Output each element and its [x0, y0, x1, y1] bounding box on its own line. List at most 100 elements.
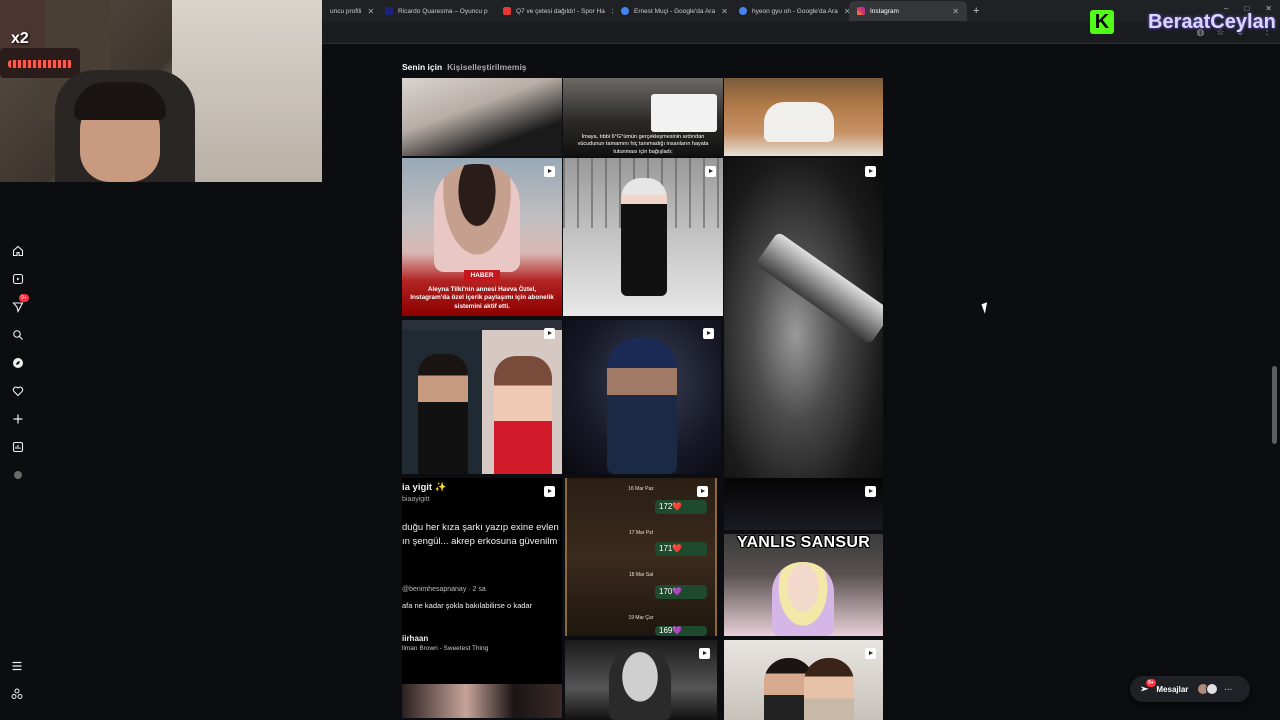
reel-icon — [544, 328, 555, 339]
tab-label: Q7 ve çetesi dağıldı! - Spor Ha — [516, 7, 605, 15]
close-tab-icon[interactable]: ✕ — [715, 7, 728, 16]
post-thumbnail-subject — [609, 648, 671, 720]
tab-4[interactable]: Ernest Muçi - Google'da Ara ✕ — [613, 1, 731, 21]
post-thumbnail-subject — [621, 178, 667, 296]
tab-5[interactable]: hyeon gyu oh - Google'da Ara ✕ — [731, 1, 849, 21]
create-icon[interactable] — [11, 412, 25, 426]
more-icon: ··· — [1224, 684, 1233, 694]
post-thumbnail-subject — [755, 231, 883, 345]
reel-icon — [865, 166, 876, 177]
messages-label: Mesajlar — [1156, 684, 1189, 694]
post-text-line: biaayigitt — [402, 496, 430, 503]
messages-icon[interactable]: 9+ — [11, 294, 29, 314]
messages-count-badge: 9+ — [1146, 679, 1156, 687]
post-tile[interactable] — [724, 478, 883, 530]
browser-tab-bar: uncu profili ✕ Ricardo Quaresma – Oyuncu… — [322, 0, 1280, 22]
profile-avatar-icon[interactable] — [11, 468, 25, 482]
message-avatars — [1197, 683, 1219, 695]
post-text-line: afa ne kadar şokla bakılabilirse o kadar — [402, 601, 533, 610]
post-tile[interactable]: 16 Mar Paz 172❤️ 17 Mar Pzt 171❤️ 18 Mar… — [565, 478, 717, 636]
post-text-line: duğu her kıza şarkı yazıp exine evlen — [402, 522, 559, 533]
close-tab-icon[interactable]: ✕ — [361, 7, 374, 16]
tab-2[interactable]: Ricardo Quaresma – Oyuncu p ✕ — [377, 1, 495, 21]
post-headline: Aleyna Tilki'nin annesi Havva Öztel, Ins… — [410, 286, 554, 310]
mic-led-icon — [8, 60, 72, 68]
tab-instagram[interactable]: Instagram ✕ — [849, 1, 967, 21]
multiplier-label: x2 — [11, 30, 29, 47]
post-tile[interactable] — [563, 320, 721, 474]
mouse-cursor-icon — [981, 302, 991, 314]
dashboard-icon[interactable] — [11, 440, 25, 454]
explore-icon[interactable] — [11, 356, 25, 370]
reel-icon — [544, 486, 555, 497]
menu-icon[interactable] — [11, 660, 23, 675]
messages-badge: 9+ — [19, 294, 29, 302]
reel-icon — [865, 486, 876, 497]
reel-icon — [697, 486, 708, 497]
streamer-name: BeraatCeylan — [1148, 11, 1276, 33]
tab-3[interactable]: Q7 ve çetesi dağıldı! - Spor Ha ✕ — [495, 1, 613, 21]
post-tile[interactable] — [724, 78, 883, 156]
post-tile[interactable]: HABER Aleyna Tilki'nin annesi Havva Özte… — [402, 158, 562, 316]
post-tile[interactable]: İmaya, tıbbi 6°G°ümün gerçekleşmesinin a… — [563, 78, 723, 156]
news-badge: HABER — [464, 270, 500, 281]
page-scrollbar[interactable] — [1272, 366, 1277, 444]
chat-date: 19 Mar Çar — [628, 615, 654, 621]
filter-for-you[interactable]: Senin için — [402, 62, 442, 72]
screen: uncu profili ✕ Ricardo Quaresma – Oyuncu… — [0, 0, 1280, 720]
chat-bubble: 172❤️ — [655, 500, 707, 514]
post-thumbnail-subject — [607, 338, 677, 474]
post-tile[interactable]: ia yigit ✨ biaayigitt duğu her kıza şark… — [402, 478, 562, 718]
post-tile[interactable] — [563, 158, 723, 316]
post-tile[interactable]: YANLIS SANSUR — [724, 534, 883, 636]
post-caption: İmaya, tıbbi 6°G°ümün gerçekleşmesinin a… — [577, 134, 709, 155]
tab-1[interactable]: uncu profili ✕ — [322, 1, 377, 21]
tab-label: hyeon gyu oh - Google'da Ara — [752, 7, 838, 15]
post-text-line: ia yigit ✨ — [402, 482, 447, 493]
microphone-graphic — [0, 48, 80, 78]
messages-pill-button[interactable]: ➢ 9+ Mesajlar ··· — [1130, 676, 1250, 702]
post-tile[interactable] — [565, 640, 717, 720]
chat-date: 18 Mar Sal — [628, 572, 654, 578]
new-tab-button[interactable]: + — [973, 5, 979, 17]
search-icon[interactable] — [11, 328, 25, 342]
feed-filters: Senin için Kişiselleştirilmemiş — [402, 62, 527, 72]
post-thumbnail-subject — [418, 354, 468, 474]
post-thumbnail-subject — [804, 658, 854, 720]
close-tab-icon[interactable]: ✕ — [946, 7, 959, 16]
post-top-bar — [402, 320, 562, 330]
post-tile[interactable] — [724, 158, 883, 478]
instagram-favicon-icon — [857, 7, 865, 15]
browser-toolbar: ◍ ☆ ⇩ ⋮ — [322, 22, 1280, 44]
post-thumbnail-photo — [402, 684, 562, 718]
google-favicon-icon — [621, 7, 629, 15]
meta-icon[interactable] — [11, 688, 23, 703]
heart-icon[interactable] — [11, 384, 25, 398]
tab-label: Instagram — [870, 7, 899, 15]
reel-icon — [705, 166, 716, 177]
post-tile[interactable] — [402, 320, 562, 474]
favicon-icon — [503, 7, 511, 15]
favicon-icon — [385, 7, 393, 15]
tab-label: Ernest Muçi - Google'da Ara — [634, 7, 716, 15]
post-tile[interactable] — [724, 640, 883, 720]
chat-date: 16 Mar Paz — [628, 486, 654, 492]
post-thumbnail-subject — [494, 356, 552, 474]
home-icon[interactable] — [11, 244, 25, 258]
reel-icon — [865, 648, 876, 659]
post-text-line: @benimhesapnanay · 2 sa — [402, 586, 486, 593]
filter-not-personalized[interactable]: Kişiselleştirilmemiş — [447, 62, 526, 72]
webcam-overlay — [0, 0, 322, 182]
chat-bubble: 171❤️ — [655, 542, 707, 556]
post-thumbnail-paper — [651, 94, 717, 132]
kick-logo-icon: K — [1090, 10, 1114, 34]
chat-bubble: 169💜 — [655, 626, 707, 636]
close-tab-icon[interactable]: ✕ — [488, 7, 495, 16]
close-tab-icon[interactable]: ✕ — [838, 7, 849, 16]
chat-date: 17 Mar Pzt — [628, 530, 654, 536]
close-tab-icon[interactable]: ✕ — [605, 7, 613, 16]
post-tile[interactable] — [402, 78, 562, 156]
post-thumbnail-subject — [764, 102, 834, 142]
tab-label: Ricardo Quaresma – Oyuncu p — [398, 7, 488, 15]
reels-icon[interactable] — [11, 272, 25, 286]
